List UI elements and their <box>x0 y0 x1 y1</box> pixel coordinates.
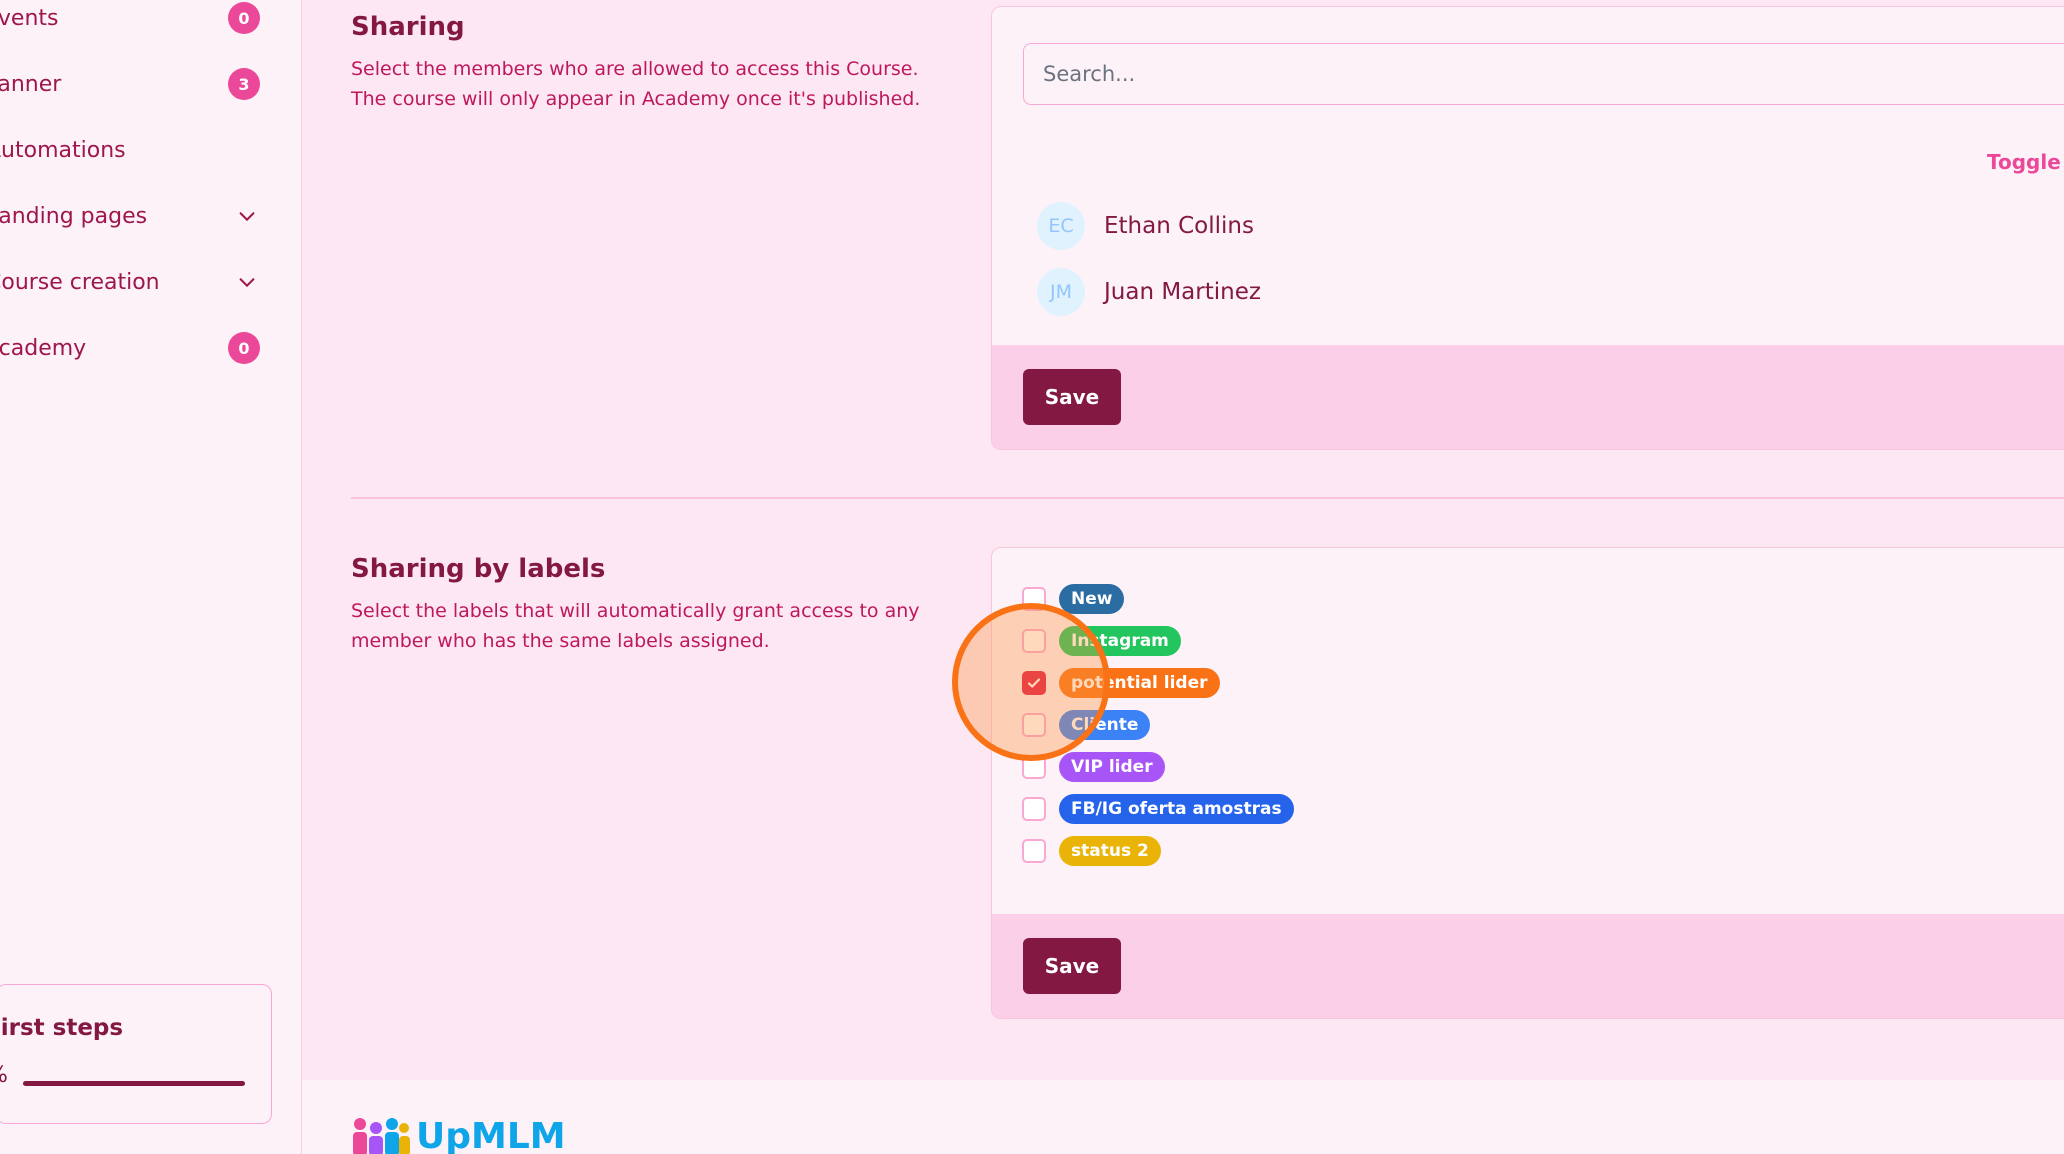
label-checkbox[interactable] <box>1022 839 1046 863</box>
search-input[interactable] <box>1024 44 2064 104</box>
member-name: Juan Martinez <box>1104 279 1261 305</box>
sharing-title: Sharing <box>351 12 465 42</box>
label-option[interactable]: Cliente <box>1022 710 1151 740</box>
labels-description: Select the labels that will automaticall… <box>351 596 951 656</box>
label-tag: Cliente <box>1059 710 1151 740</box>
label-checkbox[interactable] <box>1022 755 1046 779</box>
member-item[interactable]: EC Ethan Collins <box>1037 202 1254 250</box>
label-checkbox[interactable] <box>1022 587 1046 611</box>
first-steps-progress-bar <box>23 1081 245 1086</box>
sidebar: Events 0 Planner 3 Automations Landing p… <box>0 0 302 1154</box>
count-badge: 0 <box>228 332 260 364</box>
sidebar-item-label: Landing pages <box>0 203 148 229</box>
sidebar-item-landing-pages[interactable]: Landing pages <box>0 196 270 236</box>
chevron-down-icon <box>239 212 255 222</box>
sidebar-item-label: Planner <box>0 71 62 97</box>
label-option[interactable]: potential lider <box>1022 668 1220 698</box>
label-option[interactable]: FB/IG oferta amostras <box>1022 794 1294 824</box>
label-tag: potential lider <box>1059 668 1220 698</box>
count-badge: 3 <box>228 68 260 100</box>
sidebar-item-course-creation[interactable]: Course creation <box>0 262 270 302</box>
label-tag: New <box>1059 584 1125 614</box>
page-footer: UpMLM <box>302 1080 2064 1154</box>
toggle-all-link[interactable]: Toggle <box>1987 150 2061 174</box>
main-content: Sharing Select the members who are allow… <box>302 0 2064 1080</box>
save-labels-button[interactable]: Save <box>1023 938 1121 994</box>
sharing-desc-line2: The course will only appear in Academy o… <box>351 88 921 110</box>
member-item[interactable]: JM Juan Martinez <box>1037 268 1261 316</box>
label-tag: VIP lider <box>1059 752 1165 782</box>
labels-card-footer: Save <box>992 914 2064 1018</box>
label-tag: status 2 <box>1059 836 1161 866</box>
label-option[interactable]: VIP lider <box>1022 752 1165 782</box>
section-divider <box>351 497 2064 499</box>
sidebar-item-label: Events <box>0 5 59 31</box>
label-tag: FB/IG oferta amostras <box>1059 794 1294 824</box>
labels-card: New Instagram potential lider Cliente VIP li… <box>991 547 2064 1019</box>
label-checkbox[interactable] <box>1022 797 1046 821</box>
checkmark-icon <box>1027 678 1041 688</box>
sidebar-item-label: Academy <box>0 335 87 361</box>
label-option[interactable]: status 2 <box>1022 836 1161 866</box>
member-name: Ethan Collins <box>1104 213 1254 239</box>
labels-desc-line2: member who has the same labels assigned. <box>351 630 770 652</box>
avatar: JM <box>1037 268 1085 316</box>
label-option[interactable]: New <box>1022 584 1125 614</box>
first-steps-title: First steps <box>0 1015 124 1041</box>
sharing-description: Select the members who are allowed to ac… <box>351 54 951 114</box>
people-logo-icon <box>353 1118 410 1154</box>
label-checkbox[interactable] <box>1022 713 1046 737</box>
label-tag: Instagram <box>1059 626 1181 656</box>
first-steps-card[interactable]: First steps % <box>0 984 272 1124</box>
sharing-card-footer: Save <box>992 345 2064 449</box>
sharing-desc-line1: Select the members who are allowed to ac… <box>351 58 919 80</box>
sharing-card: Toggle EC Ethan Collins JM Juan Martinez… <box>991 6 2064 450</box>
labels-title: Sharing by labels <box>351 554 606 584</box>
brand-logo-text: UpMLM <box>416 1116 566 1154</box>
label-checkbox[interactable] <box>1022 629 1046 653</box>
sidebar-item-events[interactable]: Events 0 <box>0 0 270 38</box>
save-sharing-button[interactable]: Save <box>1023 369 1121 425</box>
sidebar-item-automations[interactable]: Automations <box>0 130 270 170</box>
chevron-down-icon <box>239 278 255 288</box>
label-checkbox[interactable] <box>1022 671 1046 695</box>
label-option[interactable]: Instagram <box>1022 626 1181 656</box>
avatar: EC <box>1037 202 1085 250</box>
labels-desc-line1: Select the labels that will automaticall… <box>351 600 920 622</box>
sidebar-item-planner[interactable]: Planner 3 <box>0 64 270 104</box>
sidebar-item-academy[interactable]: Academy 0 <box>0 328 270 368</box>
sidebar-item-label: Automations <box>0 137 126 163</box>
first-steps-percent: % <box>0 1063 8 1088</box>
sidebar-item-label: Course creation <box>0 269 160 295</box>
member-search[interactable] <box>1023 43 2064 105</box>
count-badge: 0 <box>228 2 260 34</box>
